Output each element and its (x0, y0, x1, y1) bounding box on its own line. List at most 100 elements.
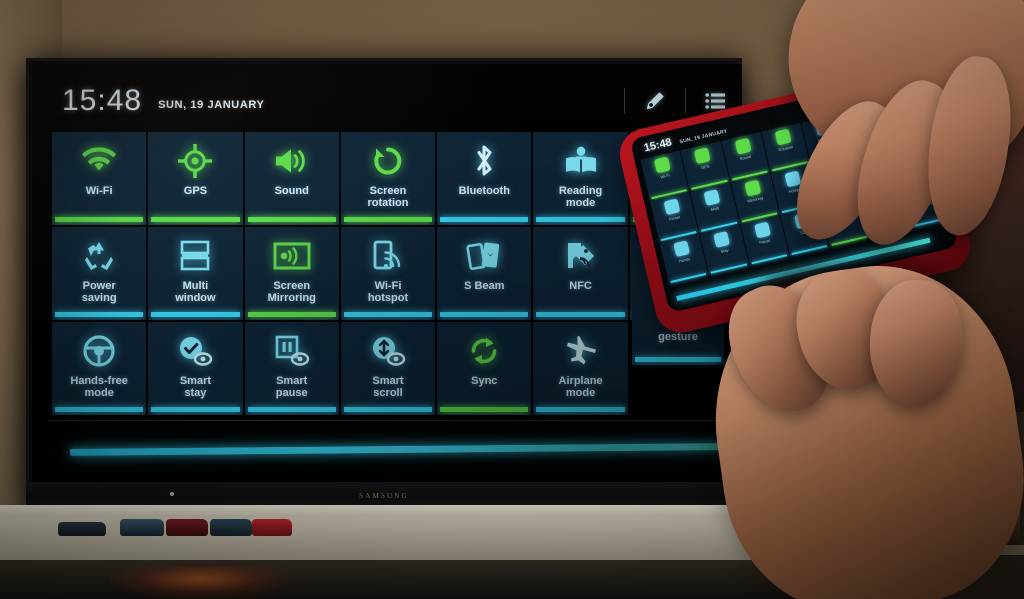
tile-label: Bluetooth (458, 185, 510, 197)
tile-state-bar (343, 312, 433, 317)
toy-car (166, 519, 208, 536)
s-beam-icon (466, 236, 502, 276)
brightness-slider[interactable] (69, 442, 727, 456)
tile-label: Sync (471, 375, 498, 387)
tile-reading-mode[interactable]: Reading mode (533, 132, 628, 225)
airplane-mode-icon (563, 331, 599, 371)
tv-ir-sensor (170, 492, 174, 496)
tile-state-bar (343, 217, 433, 222)
shelf-dark-area (874, 112, 1024, 412)
tile-state-bar (343, 407, 433, 412)
smart-pause-icon (274, 331, 310, 371)
tile-smart-stay[interactable]: Smart stay (148, 322, 243, 415)
tile-state-bar (151, 407, 240, 412)
toy-car (120, 519, 164, 536)
tile-state-bar (632, 217, 721, 222)
tile-sync[interactable]: Sync (437, 322, 532, 415)
toy-car (58, 522, 106, 536)
header-divider-2 (685, 88, 686, 114)
quick-settings-header: 15:48 SUN, 19 JANUARY (32, 76, 742, 126)
tile-label: Multi window (175, 280, 216, 304)
tile-hands-free-mode[interactable]: Hands-free mode (52, 322, 147, 415)
tile-label: Wi-Fi (85, 185, 113, 197)
tile-label: Sound (274, 185, 309, 197)
multi-window-icon (180, 236, 210, 276)
screen-rotation-icon (372, 141, 404, 181)
list-icon[interactable] (702, 87, 730, 115)
tile-label: Reading mode (558, 185, 603, 209)
tile-gps[interactable]: GPS (148, 132, 243, 225)
brightness-row (32, 436, 742, 462)
tile-state-bar (536, 312, 625, 317)
tile-label: Mobile data (659, 185, 695, 209)
tile-state-bar (440, 217, 529, 222)
tile-state-bar (440, 312, 529, 317)
tile-screen-rotation[interactable]: Screen rotation (340, 132, 436, 225)
tile-wifi-hotspot[interactable]: Wi-Fi hotspot (340, 227, 436, 320)
tile-bluetooth[interactable]: Bluetooth (437, 132, 532, 225)
tile-state-bar (247, 312, 336, 317)
tile-label: NFC (569, 280, 592, 292)
tile-sound[interactable]: Sound (244, 132, 339, 225)
tile-label: Screen Mirroring (267, 280, 316, 304)
tile-label: Wi-Fi hotspot (367, 280, 409, 304)
tile-state-bar (247, 407, 336, 412)
quick-settings-grid: Wi-Fi GPS Sound Screen rotation Bluetoot… (52, 132, 724, 415)
reading-mode-icon (563, 141, 599, 181)
tile-label: Power saving (81, 280, 117, 304)
tv-brand-logo: SAMSUNG (359, 492, 409, 500)
tile-state-bar (151, 312, 240, 317)
door-frame (830, 0, 876, 599)
tile-label: Hands-free mode (70, 375, 128, 399)
smart-stay-icon (177, 331, 213, 371)
panel-divider (48, 420, 728, 421)
pencil-icon[interactable] (641, 87, 669, 115)
tile-state-bar (151, 217, 240, 222)
tile-nfc[interactable]: NFC (533, 227, 628, 320)
tile-air-gesture[interactable]: Air gesture (632, 272, 724, 365)
tile-label: Smart scroll (372, 375, 404, 399)
bluetooth-icon (471, 141, 497, 181)
shelf-edge (874, 545, 1024, 555)
tile-state-bar (55, 407, 144, 412)
power-saving-icon (82, 236, 116, 276)
tv-screen: 15:48 SUN, 19 JANUARY Wi-Fi GPS Sound Sc… (32, 64, 742, 510)
toy-cars (58, 508, 292, 536)
tile-state-bar (635, 357, 721, 362)
hands-free-icon (82, 331, 116, 371)
tile-s-beam[interactable]: S Beam (437, 227, 532, 320)
tile-label: S Beam (464, 280, 505, 292)
console-warm-glow (110, 566, 290, 599)
tile-label: Smart pause (275, 375, 308, 399)
shelf-green-object (880, 400, 906, 422)
wifi-icon (81, 141, 117, 181)
gps-icon (178, 141, 213, 181)
header-divider-1 (624, 88, 625, 114)
tile-airplane-mode[interactable]: Airplane mode (533, 322, 628, 415)
tile-state-bar (536, 407, 625, 412)
tile-smart-scroll[interactable]: Smart scroll (340, 322, 436, 415)
smart-scroll-icon (370, 331, 406, 371)
tile-state-bar (440, 407, 529, 412)
tile-wifi[interactable]: Wi-Fi (52, 132, 147, 225)
tile-multi-window[interactable]: Multi window (148, 227, 243, 320)
tile-screen-mirroring[interactable]: Screen Mirroring (244, 227, 339, 320)
shelf-books (880, 430, 1020, 545)
tile-mobile-data[interactable]: Mobile data (629, 132, 724, 225)
television: SAMSUNG 15:48 SUN, 19 JANUARY (26, 58, 742, 510)
shelf-top-clutter (878, 0, 1018, 96)
tile-label: Air gesture (658, 319, 698, 343)
tile-label: GPS (183, 185, 208, 197)
clock-date: SUN, 19 JANUARY (158, 99, 265, 111)
toy-car (252, 519, 292, 536)
sync-icon (468, 331, 500, 371)
tile-state-bar (55, 312, 144, 317)
tile-label: Screen rotation (367, 185, 409, 209)
nfc-icon (564, 236, 598, 276)
tile-power-saving[interactable]: Power saving (52, 227, 147, 320)
tile-state-bar (55, 217, 144, 222)
tile-smart-pause[interactable]: Smart pause (244, 322, 339, 415)
header-actions (608, 87, 730, 115)
tile-label: Airplane mode (558, 375, 603, 399)
tile-state-bar (536, 217, 625, 222)
